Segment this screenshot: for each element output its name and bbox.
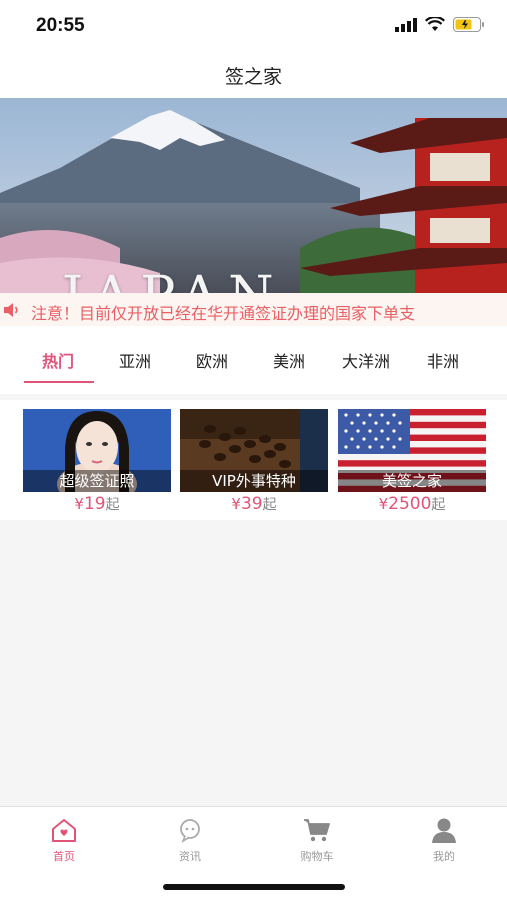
battery-icon xyxy=(453,17,485,36)
page-title: 签之家 xyxy=(224,66,282,88)
tab-hot[interactable]: 热门 xyxy=(18,348,98,372)
product-card-photo[interactable]: 超级签证照 ¥19起 xyxy=(23,409,171,514)
price-value: 19 xyxy=(83,494,106,514)
product-price: ¥39起 xyxy=(180,494,328,514)
product-price: ¥2500起 xyxy=(338,494,486,514)
product-title: 美签之家 xyxy=(338,470,486,492)
product-image: 超级签证照 xyxy=(23,409,171,492)
status-time: 20:55 xyxy=(36,15,85,36)
product-image: 美签之家 xyxy=(338,409,486,492)
banner-title: JAPAN xyxy=(62,266,284,293)
product-title: 超级签证照 xyxy=(23,470,171,492)
price-value: 2500 xyxy=(388,494,432,514)
price-suffix: 起 xyxy=(262,497,277,513)
currency-symbol: ¥ xyxy=(74,495,84,513)
currency-symbol: ¥ xyxy=(378,495,389,513)
notice-text: 注意！目前仅开放已经在华开通签证办理的国家下单支 xyxy=(31,304,416,323)
product-title: VIP外事特种 xyxy=(180,470,328,492)
notice-bar[interactable]: 注意！目前仅开放已经在华开通签证办理的国家下单支 xyxy=(0,293,507,326)
product-price: ¥19起 xyxy=(23,494,171,514)
wifi-icon xyxy=(425,15,445,36)
tabbar-item-news[interactable]: 资讯 xyxy=(150,817,230,864)
banner-carousel[interactable]: JAPAN xyxy=(0,98,507,293)
region-tabs: 热门 亚洲 欧洲 美洲 大洋洲 非洲 xyxy=(0,326,507,394)
home-indicator xyxy=(163,884,345,890)
tabbar-item-cart[interactable]: 购物车 xyxy=(277,817,357,864)
tab-africa[interactable]: 非洲 xyxy=(403,348,483,372)
tab-oceania[interactable]: 大洋洲 xyxy=(326,348,406,372)
tabbar-label: 我的 xyxy=(433,850,455,863)
banner-image xyxy=(0,98,507,293)
home-icon xyxy=(50,817,78,843)
product-card-vip[interactable]: VIP外事特种 ¥39起 xyxy=(180,409,328,514)
tab-americas[interactable]: 美洲 xyxy=(249,348,329,372)
tabbar-item-home[interactable]: 首页 xyxy=(24,817,104,864)
tabbar-label: 购物车 xyxy=(300,850,334,863)
price-value: 39 xyxy=(240,494,263,514)
status-bar: 20:55 xyxy=(0,0,507,52)
product-grid: 超级签证照 ¥19起 VIP外事特种 ¥39起 美签之家 ¥2500起 xyxy=(0,400,507,520)
product-card-us[interactable]: 美签之家 ¥2500起 xyxy=(338,409,486,514)
price-suffix: 起 xyxy=(105,497,120,513)
tabbar-item-me[interactable]: 我的 xyxy=(404,817,484,864)
price-suffix: 起 xyxy=(431,497,446,513)
signal-icon xyxy=(395,17,417,36)
active-tab-indicator xyxy=(24,381,94,383)
tab-europe[interactable]: 欧洲 xyxy=(172,348,252,372)
currency-symbol: ¥ xyxy=(231,495,241,513)
system-icons xyxy=(395,15,485,36)
tabbar-label: 资讯 xyxy=(179,850,201,863)
product-image: VIP外事特种 xyxy=(180,409,328,492)
navigation-bar: 签之家 xyxy=(0,52,507,98)
cart-icon xyxy=(303,817,331,843)
speaker-icon xyxy=(3,302,21,321)
tabbar-label: 首页 xyxy=(53,850,75,863)
chat-icon xyxy=(176,817,204,843)
tab-asia[interactable]: 亚洲 xyxy=(95,348,175,372)
user-icon xyxy=(430,817,458,843)
